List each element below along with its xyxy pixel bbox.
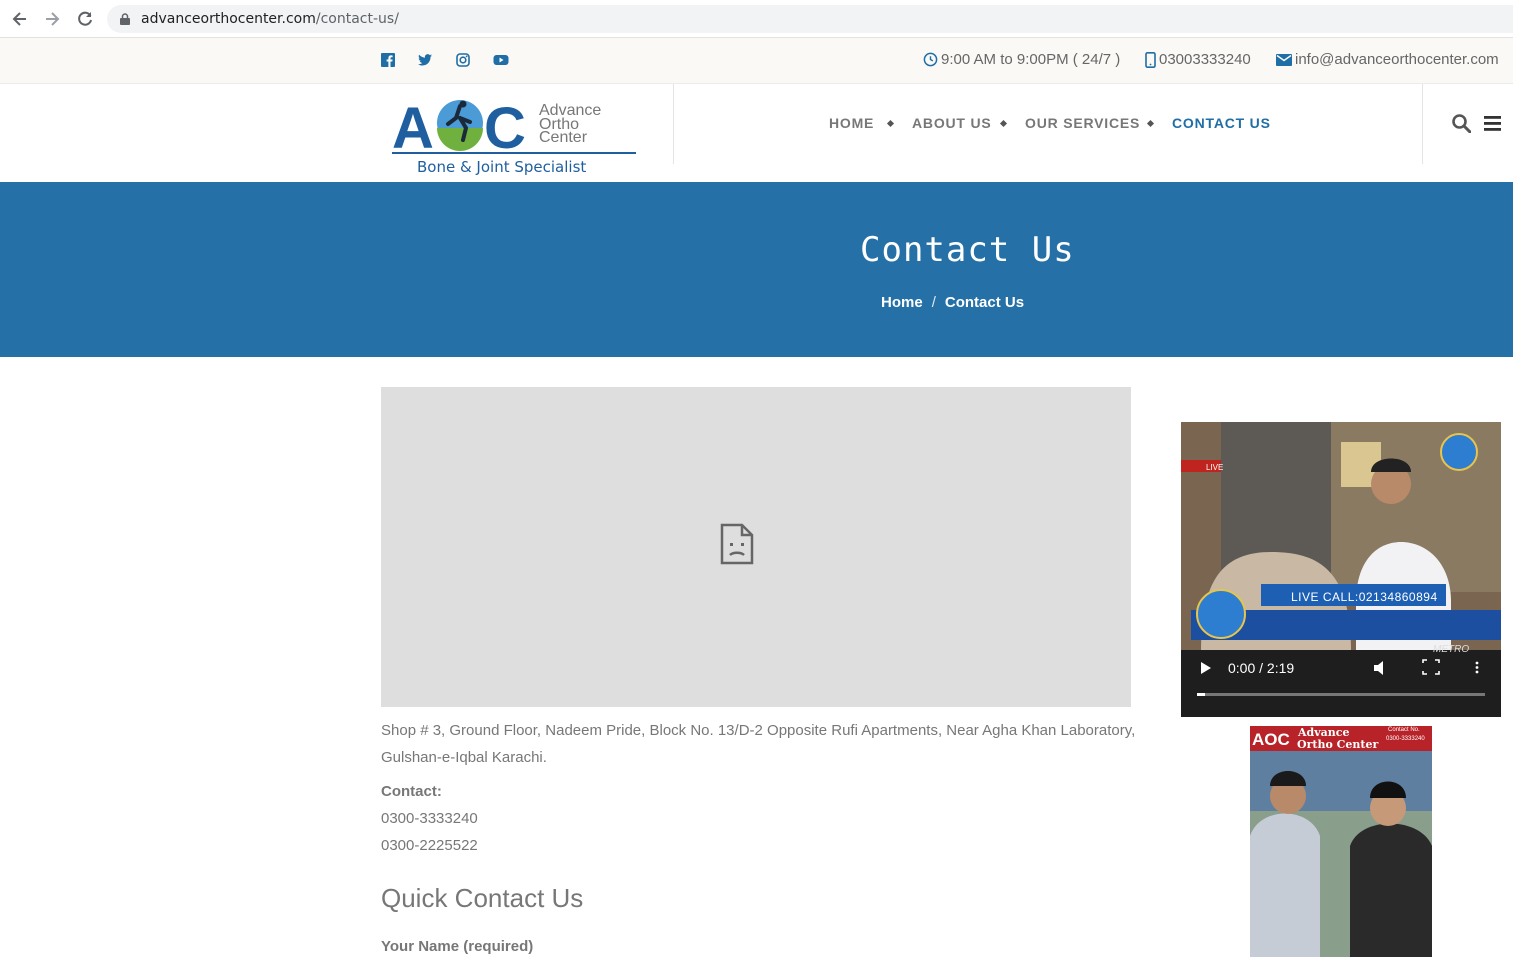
logo-letter-a: A	[392, 96, 434, 161]
header-divider-left	[673, 84, 674, 164]
contact-label: Contact:	[381, 783, 442, 800]
browser-toolbar: advanceorthocenter.com/contact-us/	[0, 0, 1513, 38]
url-path: /contact-us/	[315, 11, 399, 27]
envelope-icon	[1276, 53, 1292, 66]
search-icon[interactable]	[1452, 114, 1471, 133]
video-time: 0:00 / 2:19	[1228, 660, 1295, 676]
contact-phone-1[interactable]: 0300-3333240	[381, 810, 478, 827]
clinic-address: Shop # 3, Ground Floor, Nadeem Pride, Bl…	[381, 722, 1136, 766]
contact-phone-2[interactable]: 0300-2225522	[381, 837, 478, 854]
breadcrumb: Home / Contact Us	[881, 294, 1024, 311]
nav-our-services[interactable]: OUR SERVICES	[1025, 115, 1140, 131]
live-call-text: LIVE CALL:02134860894	[1291, 590, 1438, 604]
video-progress-bar[interactable]	[1197, 693, 1485, 696]
back-arrow-icon[interactable]	[10, 9, 30, 29]
url-domain: advanceorthocenter.com	[141, 11, 316, 27]
channel-logo: METRO	[1433, 644, 1469, 655]
map-embed[interactable]	[381, 387, 1131, 707]
header-divider-right	[1422, 84, 1423, 164]
logo-line3: Center	[539, 129, 588, 146]
page-banner: Contact Us Home / Contact Us	[0, 182, 1513, 357]
video-player[interactable]: LIVE METRO LIVE CALL:02134860894 0:00 / …	[1181, 422, 1501, 717]
twitter-icon[interactable]	[417, 52, 433, 68]
phone-text: 03003333240	[1159, 51, 1251, 68]
site-logo[interactable]: A C Advance Ortho Center Bone & Joint Sp…	[390, 96, 640, 176]
hours-text: 9:00 AM to 9:00PM ( 24/7 )	[941, 51, 1121, 68]
poster-contact-number: 0300-3333240	[1386, 736, 1425, 742]
promo-poster: AOC Advance Ortho Center Contact No. 030…	[1250, 726, 1432, 957]
breadcrumb-current: Contact Us	[944, 294, 1025, 311]
poster-brand-2: Ortho Center	[1297, 738, 1379, 751]
nav-contact-us[interactable]: CONTACT US	[1172, 115, 1271, 131]
poster-contact-label: Contact No.	[1388, 727, 1420, 733]
email-text: info@advanceorthocenter.com	[1295, 51, 1499, 68]
top-email[interactable]: info@advanceorthocenter.com	[1276, 51, 1499, 68]
site-header: A C Advance Ortho Center Bone & Joint Sp…	[0, 84, 1513, 182]
facebook-icon[interactable]	[380, 52, 396, 68]
quick-contact-heading: Quick Contact Us	[381, 883, 584, 913]
url-text: advanceorthocenter.com/contact-us/	[141, 11, 399, 27]
name-field-label: Your Name (required)	[381, 938, 534, 955]
instagram-icon[interactable]	[455, 52, 471, 68]
forward-arrow-icon[interactable]	[42, 9, 62, 29]
broken-document-icon	[720, 523, 754, 565]
nav-home[interactable]: HOME	[829, 115, 874, 131]
nav-separator	[999, 119, 1008, 128]
nav-about-us[interactable]: ABOUT US	[912, 115, 992, 131]
lock-icon	[120, 13, 130, 25]
live-badge: LIVE	[1206, 463, 1223, 472]
poster-logo: AOC	[1252, 730, 1290, 749]
mobile-phone-icon	[1145, 51, 1156, 68]
youtube-icon[interactable]	[493, 52, 509, 68]
opening-hours: 9:00 AM to 9:00PM ( 24/7 )	[923, 51, 1120, 68]
breadcrumb-separator: /	[931, 294, 936, 311]
hamburger-menu-icon[interactable]	[1484, 116, 1501, 131]
logo-tagline: Bone & Joint Specialist	[417, 158, 586, 176]
page-title: Contact Us	[860, 230, 1075, 270]
address-bar[interactable]: advanceorthocenter.com/contact-us/	[107, 5, 1513, 33]
clock-icon	[923, 52, 938, 67]
reload-icon[interactable]	[75, 9, 95, 29]
top-info-bar: 9:00 AM to 9:00PM ( 24/7 ) 03003333240 i…	[0, 38, 1513, 84]
breadcrumb-home[interactable]: Home	[881, 294, 923, 311]
nav-separator	[1146, 119, 1155, 128]
logo-letter-c: C	[484, 96, 526, 161]
nav-separator	[886, 119, 895, 128]
poster-image: AOC	[1250, 726, 1432, 957]
top-phone[interactable]: 03003333240	[1145, 51, 1251, 68]
